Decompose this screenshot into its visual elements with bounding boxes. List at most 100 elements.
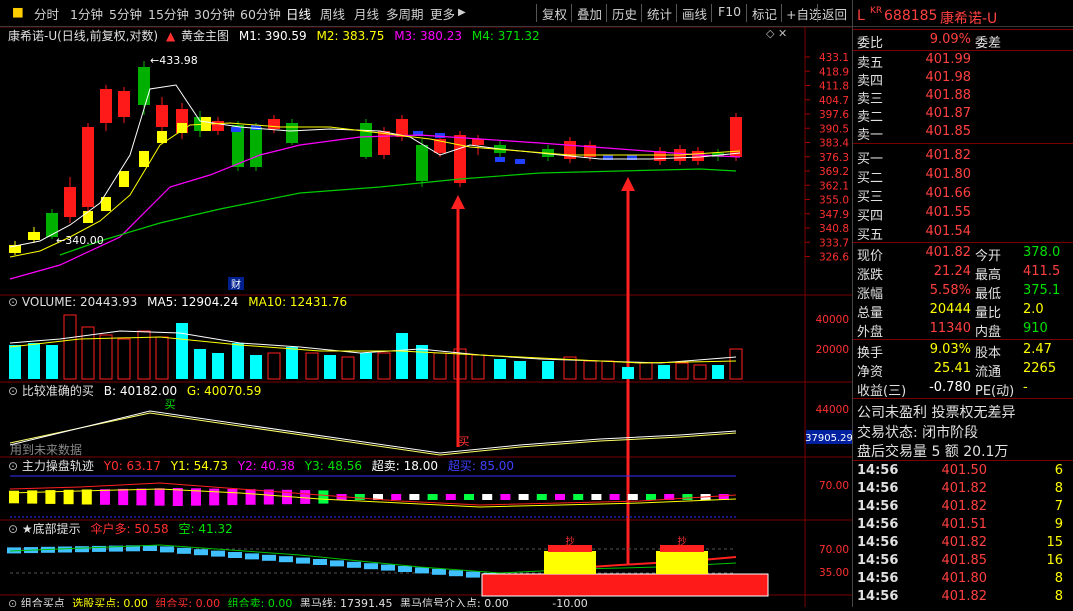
btn-stats[interactable]: 统计	[647, 4, 672, 23]
btn-mark[interactable]: 标记	[752, 4, 777, 23]
m4-label: M4: 371.32	[471, 29, 540, 43]
ask-price[interactable]: 401.87	[913, 106, 972, 121]
ask-price[interactable]: 401.85	[913, 124, 972, 139]
candle	[250, 127, 262, 167]
panel-toggle-icon[interactable]: ⊙	[8, 459, 18, 473]
y-tick-label: 369.2	[819, 166, 849, 178]
mf-bar	[445, 494, 456, 500]
mf-bar	[391, 494, 402, 500]
tab-weekly[interactable]: 周线	[320, 4, 345, 23]
tick-row: 14:56 401.82 15	[853, 535, 1073, 553]
m3-label: M3: 380.23	[394, 29, 463, 43]
candle	[82, 127, 94, 207]
candle	[360, 123, 372, 157]
bid-row: 买二 401.80	[853, 167, 1073, 186]
stat-label: 外盘	[857, 325, 884, 340]
ask-price[interactable]: 401.88	[913, 88, 972, 103]
tab-daily[interactable]: 日线	[286, 4, 311, 23]
more-chevron-icon[interactable]: ▶	[458, 7, 466, 18]
tick-volume: 8	[1054, 481, 1063, 496]
volume-ma5: MA5: 12904.24	[147, 295, 239, 309]
footer-bar: ⊙ 组合买点 选股买点: 0.00 组合买: 0.00 组合卖: 0.00 黑马…	[8, 595, 588, 607]
stat-label: 今开	[975, 249, 1002, 264]
bid-price[interactable]: 401.55	[913, 205, 972, 220]
collapse-icons[interactable]: ◇ ✕	[766, 27, 787, 40]
stat2-value: 9.03%	[929, 342, 971, 357]
mf-bar	[518, 494, 529, 500]
mf-bar	[464, 494, 474, 500]
volume-bar	[155, 336, 169, 380]
mf-bar	[555, 494, 565, 500]
bid-row: 买一 401.82	[853, 148, 1073, 167]
tab-monthly[interactable]: 月线	[354, 4, 379, 23]
volume-bar	[176, 323, 188, 379]
tick-price: 401.82	[941, 481, 988, 496]
cyan-step	[160, 546, 174, 553]
tab-15min[interactable]: 15分钟	[148, 4, 189, 23]
bid-row: 买五 401.54	[853, 224, 1073, 243]
main-indicator-name[interactable]: 黄金主图	[181, 29, 229, 43]
tab-multi-period[interactable]: 多周期	[386, 4, 424, 23]
bid-label: 买四	[857, 209, 884, 224]
stat-label: 涨幅	[857, 287, 884, 302]
stat-value: 411.5	[1023, 264, 1061, 279]
cyan-step	[398, 566, 412, 572]
ask-price[interactable]: 401.98	[913, 70, 972, 85]
bid-price[interactable]: 401.82	[913, 148, 972, 163]
price-box-value: 37905.29	[805, 433, 852, 444]
ask-row: 卖四 401.98	[853, 70, 1073, 89]
stat-value: 11340	[929, 321, 971, 336]
y-tick-label: 397.6	[819, 109, 849, 121]
cyan-step	[262, 554, 276, 561]
tab-fenshi[interactable]: 分时	[34, 4, 59, 23]
red-arrow-head	[451, 195, 465, 209]
cyan-step	[279, 556, 293, 563]
future-data-note: 用到未来数据	[10, 443, 83, 457]
panel-toggle-icon[interactable]: ⊙	[8, 295, 18, 309]
tick-time: 14:56	[857, 553, 899, 568]
tick-row: 14:56 401.82 8	[853, 589, 1073, 607]
panel-toggle-icon[interactable]: ⊙	[8, 522, 18, 536]
cyan-step	[245, 553, 259, 560]
panel-toggle-icon[interactable]: ⊙	[8, 384, 18, 398]
tick-volume: 8	[1054, 589, 1063, 604]
footer-item-2: 组合买: 0.00	[155, 597, 221, 607]
tab-1min[interactable]: 1分钟	[70, 4, 103, 23]
cyan-step	[432, 568, 446, 575]
bid-price[interactable]: 401.54	[913, 224, 972, 239]
san-hu-label: 伞户多: 50.58	[90, 522, 169, 536]
btn-history[interactable]: 历史	[612, 4, 637, 23]
candle	[64, 187, 76, 217]
cyan-step	[381, 564, 395, 571]
tab-5min[interactable]: 5分钟	[109, 4, 142, 23]
gold-candle	[139, 151, 149, 167]
stat2-label: PE(动)	[975, 384, 1015, 399]
tab-30min[interactable]: 30分钟	[194, 4, 235, 23]
menu-icon[interactable]: ■	[12, 4, 24, 19]
btn-fuquan[interactable]: 复权	[542, 4, 567, 23]
stat-value: 21.24	[933, 264, 971, 279]
bid-price[interactable]: 401.66	[913, 186, 972, 201]
bubble-label: 抄	[677, 535, 686, 547]
tab-more[interactable]: 更多	[430, 4, 455, 23]
panel-toggle-icon[interactable]: ⊙	[8, 597, 17, 607]
btn-f10[interactable]: F10	[718, 4, 741, 19]
stock-code: 688185	[884, 8, 938, 24]
tick-row: 14:56 401.82 8	[853, 481, 1073, 499]
btn-draw[interactable]: 画线	[682, 4, 707, 23]
volume-bar	[471, 354, 485, 380]
tab-60min[interactable]: 60分钟	[240, 4, 281, 23]
btn-diejia[interactable]: 叠加	[577, 4, 602, 23]
bid-price[interactable]: 401.80	[913, 167, 972, 182]
stat-value: 5.58%	[929, 283, 971, 298]
footer-item-1: 选股买点: 0.00	[72, 597, 148, 607]
m1-label: M1: 390.59	[238, 29, 307, 43]
ma-line-m4	[59, 168, 737, 256]
volume-bar	[212, 353, 224, 379]
mf-bar	[646, 494, 656, 500]
tick-row: 14:56 401.50 6	[853, 463, 1073, 481]
btn-back[interactable]: 返回	[822, 4, 847, 23]
stat2-label: 股本	[975, 346, 1002, 361]
ask-price[interactable]: 401.99	[913, 52, 972, 67]
mf-bar	[627, 494, 638, 500]
